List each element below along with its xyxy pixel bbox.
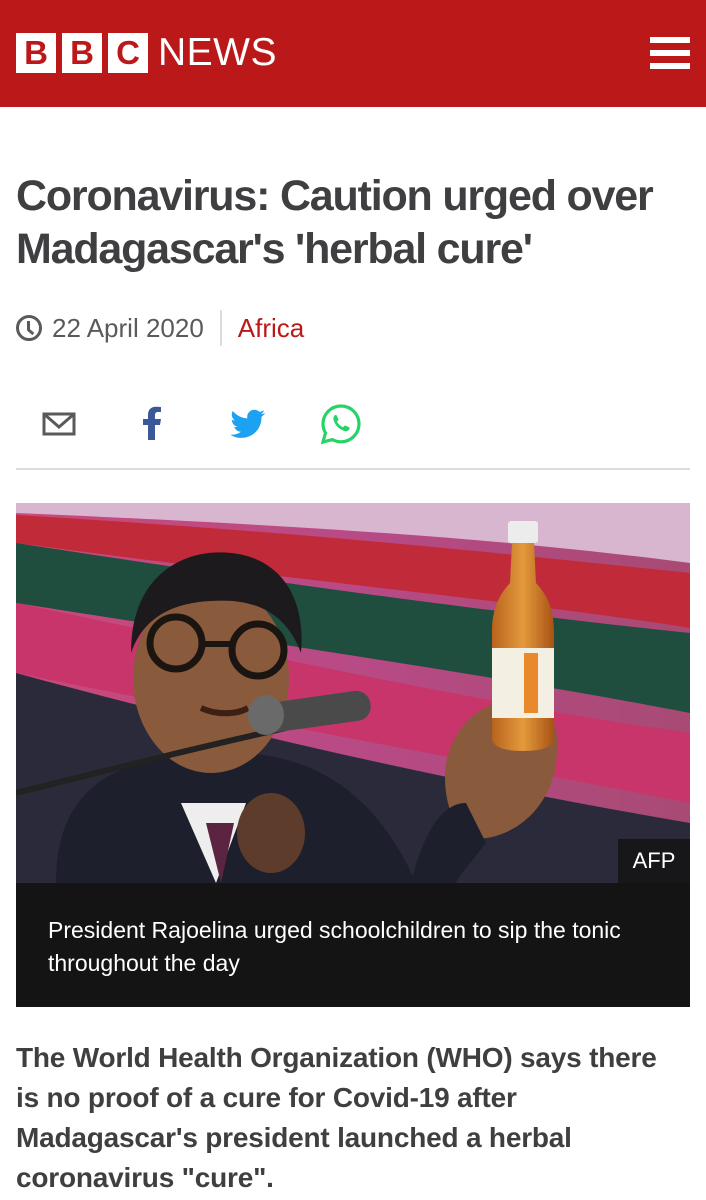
hero-photo (16, 503, 690, 883)
top-navigation-bar: B B C NEWS (0, 0, 706, 107)
logo-letter-b1: B (16, 33, 56, 73)
section-link-africa[interactable]: Africa (238, 313, 304, 344)
email-icon[interactable] (34, 400, 82, 448)
article-hero-image: AFP (16, 503, 690, 883)
whatsapp-icon[interactable] (317, 400, 365, 448)
menu-bar-top (650, 37, 690, 43)
bbc-news-logo[interactable]: B B C NEWS (16, 33, 277, 73)
menu-bar-middle (650, 50, 690, 56)
article-headline: Coronavirus: Caution urged over Madagasc… (16, 172, 654, 273)
logo-letter-c: C (108, 33, 148, 73)
share-tools (16, 398, 690, 470)
logo-news-text: NEWS (158, 31, 277, 74)
twitter-icon[interactable] (223, 400, 271, 448)
menu-bar-bottom (650, 63, 690, 69)
publish-date: 22 April 2020 (52, 312, 204, 343)
hamburger-menu-icon[interactable] (650, 37, 690, 69)
meta-divider (219, 310, 222, 346)
clock-icon (16, 315, 42, 341)
story-introduction: The World Health Organization (WHO) says… (16, 1042, 657, 1193)
logo-letter-b2: B (62, 33, 102, 73)
facebook-icon[interactable] (128, 400, 176, 448)
image-caption: President Rajoelina urged schoolchildren… (16, 883, 690, 1007)
article-meta: 22 April 2020 Africa (16, 307, 304, 349)
image-credit: AFP (618, 839, 690, 883)
